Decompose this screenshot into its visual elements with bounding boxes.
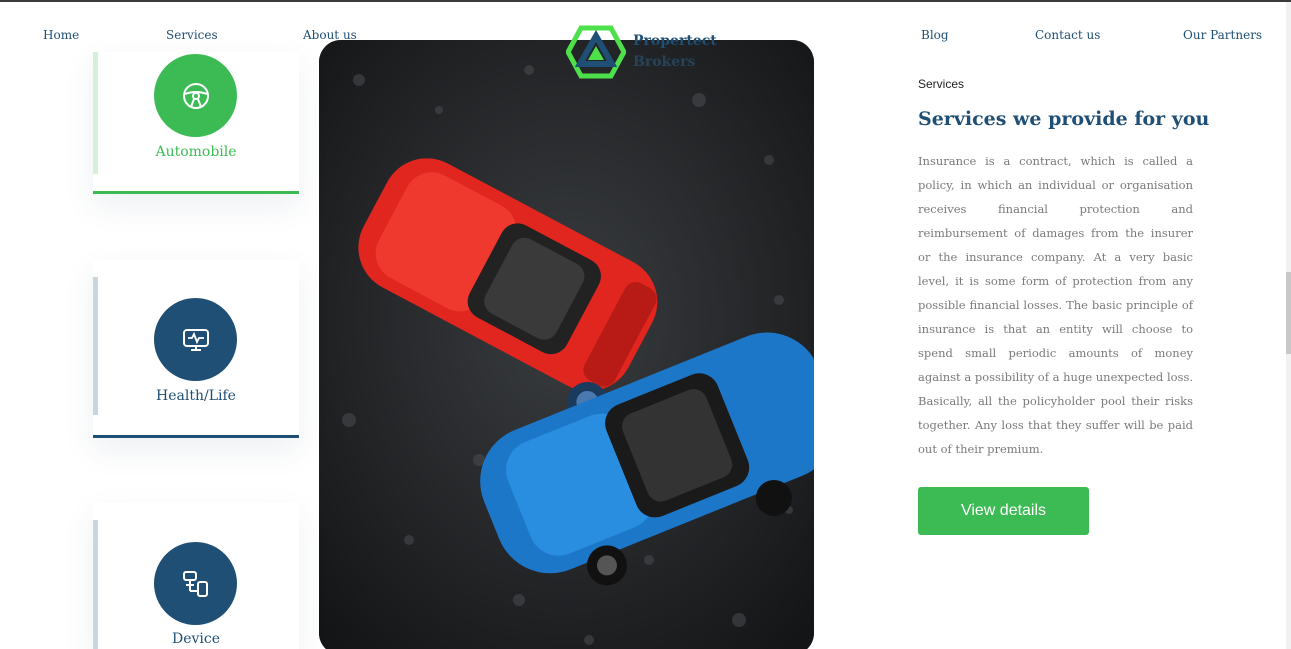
scrollbar-thumb[interactable] (1286, 272, 1291, 354)
nav-partners[interactable]: Our Partners (1183, 28, 1262, 42)
devices-icon (182, 570, 208, 597)
card-bottom-border (93, 435, 299, 438)
top-border (0, 0, 1291, 2)
hexagon-logo-icon (566, 25, 626, 79)
logo-subname: Brokers (633, 54, 696, 70)
nav-contact[interactable]: Contact us (1035, 28, 1100, 42)
steering-wheel-icon (182, 82, 209, 109)
view-details-button[interactable]: View details (918, 487, 1089, 535)
section-label: Services (918, 77, 965, 91)
nav-services[interactable]: Services (166, 28, 218, 42)
card-icon-circle (154, 54, 237, 137)
nav-blog[interactable]: Blog (921, 28, 949, 42)
service-card-label: Automobile (155, 144, 237, 160)
service-card-label: Device (171, 631, 221, 647)
service-card-automobile[interactable]: Automobile (93, 52, 299, 194)
service-card-device[interactable]: Device (93, 503, 299, 649)
section-body: Insurance is a contract, which is called… (918, 154, 1193, 456)
card-accent-bar (93, 520, 98, 649)
heart-monitor-icon (182, 328, 209, 351)
service-card-health[interactable]: Health/Life (93, 260, 299, 438)
nav-home[interactable]: Home (43, 28, 79, 42)
hero-photo (319, 40, 814, 649)
card-icon-circle (154, 542, 237, 625)
card-bottom-border (93, 191, 299, 194)
service-card-label: Health/Life (156, 388, 236, 404)
logo-name: Propertect (633, 33, 717, 49)
card-icon-circle (154, 298, 237, 381)
logo[interactable]: Propertect Brokers (566, 24, 717, 80)
section-title: Services we provide for you (918, 108, 1210, 130)
